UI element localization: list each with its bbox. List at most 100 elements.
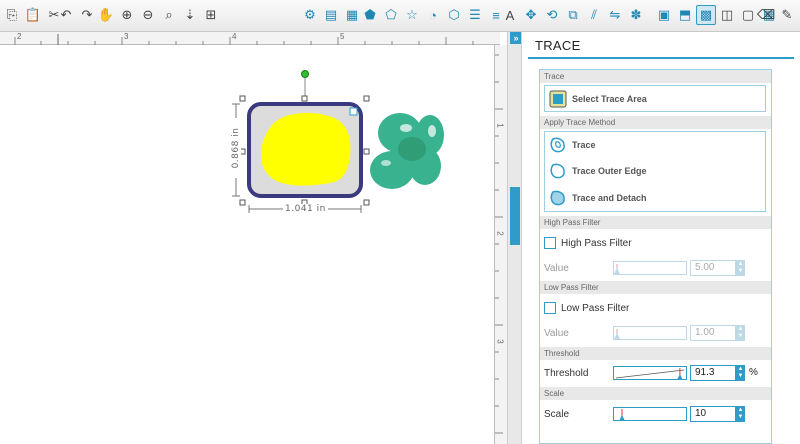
page-settings-icon[interactable]: ⚙ bbox=[300, 5, 320, 25]
history-group: ↶ ↷ bbox=[56, 5, 97, 27]
zoom-select-icon[interactable]: ⌕ bbox=[159, 5, 179, 25]
trace-method-trace[interactable]: Trace bbox=[548, 134, 596, 156]
select-trace-area-label: Select Trace Area bbox=[572, 94, 647, 104]
fill-color-icon[interactable]: ☰ bbox=[465, 5, 485, 25]
high-pass-value-field[interactable]: 5.00 bbox=[690, 260, 736, 276]
design-page-icon[interactable]: ▤ bbox=[321, 5, 341, 25]
design-canvas[interactable]: 1.041 in 0.868 in bbox=[0, 45, 494, 444]
undo-icon[interactable]: ↶ bbox=[56, 5, 76, 25]
edit-tools-group: ⌫ ✎ bbox=[756, 5, 797, 27]
rotate-icon[interactable]: ⟲ bbox=[542, 5, 562, 25]
text-icon[interactable]: A bbox=[500, 5, 520, 25]
trace-options-box: Trace Select Trace Area Apply Trace Meth… bbox=[539, 69, 772, 444]
pentagon-icon[interactable]: ⬟ bbox=[360, 5, 380, 25]
eraser-icon[interactable]: ⌫ bbox=[756, 5, 776, 25]
height-dimension-label: 0.868 in bbox=[231, 118, 241, 178]
high-pass-stepper[interactable]: ▲ ▼ bbox=[736, 260, 745, 276]
ruler-number: 2 bbox=[495, 231, 505, 236]
pencil-icon[interactable]: ✎ bbox=[777, 5, 797, 25]
trace-method-label: Trace Outer Edge bbox=[572, 166, 647, 176]
trace-icon[interactable]: ▩ bbox=[696, 5, 716, 25]
page-icon[interactable]: ▢ bbox=[738, 5, 758, 25]
low-pass-value-row: Value bbox=[544, 324, 569, 342]
rotation-handle bbox=[301, 70, 309, 78]
trace-method-outer-edge[interactable]: Trace Outer Edge bbox=[548, 160, 647, 182]
scale-stepper[interactable]: ▲ ▼ bbox=[736, 406, 745, 422]
align-icon[interactable]: ⧉ bbox=[563, 5, 583, 25]
grid-icon[interactable]: ▦ bbox=[342, 5, 362, 25]
trace-method-label: Trace bbox=[572, 140, 596, 150]
image-icon[interactable]: ▣ bbox=[654, 5, 674, 25]
ruler-ticks bbox=[14, 34, 474, 45]
zoom-out-icon[interactable]: ⊖ bbox=[138, 5, 158, 25]
threshold-stepper[interactable]: ▲ ▼ bbox=[736, 365, 745, 381]
zoom-drag-icon[interactable]: ⇣ bbox=[180, 5, 200, 25]
high-pass-row: High Pass Filter bbox=[544, 234, 632, 252]
trace-method-detach[interactable]: Trace and Detach bbox=[548, 187, 647, 209]
redo-icon[interactable]: ↷ bbox=[77, 5, 97, 25]
top-ruler: 2 3 4 5 bbox=[0, 32, 500, 45]
polygon-icon[interactable]: ⬠ bbox=[381, 5, 401, 25]
trace-method-icon bbox=[548, 135, 568, 155]
trace-outer-edge-icon bbox=[548, 161, 568, 181]
low-pass-row: Low Pass Filter bbox=[544, 299, 629, 317]
pan-hand-icon[interactable]: ✋ bbox=[96, 5, 116, 25]
zoom-in-icon[interactable]: ⊕ bbox=[117, 5, 137, 25]
panel-title: TRACE bbox=[535, 38, 581, 53]
high-pass-slider[interactable] bbox=[613, 261, 687, 275]
threshold-knob bbox=[676, 374, 683, 380]
section-header-low-pass: Low Pass Filter bbox=[540, 281, 771, 294]
ruler-number: 3 bbox=[124, 32, 129, 41]
scale-label: Scale bbox=[544, 408, 570, 420]
scale-row: Scale bbox=[544, 405, 569, 423]
ruler-number: 4 bbox=[232, 32, 237, 41]
low-pass-value-field[interactable]: 1.00 bbox=[690, 325, 736, 341]
shear-icon[interactable]: ⫽ bbox=[584, 5, 604, 25]
flower-image bbox=[370, 113, 444, 189]
low-pass-label: Low Pass Filter bbox=[561, 302, 630, 314]
transform-icon[interactable]: ✥ bbox=[521, 5, 541, 25]
scroll-handle[interactable] bbox=[510, 187, 520, 245]
low-pass-slider[interactable] bbox=[613, 326, 687, 340]
fit-page-icon[interactable]: ⊞ bbox=[201, 5, 221, 25]
copy-icon[interactable]: ⎘ bbox=[2, 5, 22, 25]
threshold-row: Threshold bbox=[544, 364, 588, 382]
traced-shape bbox=[260, 112, 351, 186]
ruler-number: 1 bbox=[495, 123, 505, 128]
star-icon[interactable]: ☆ bbox=[402, 5, 422, 25]
scale-slider[interactable] bbox=[613, 407, 687, 421]
scale-knob bbox=[619, 415, 625, 421]
main-toolbar: ⎘ 📋 ✂ ↶ ↷ ✋ ⊕ ⊖ ⌕ ⇣ ⊞ ⚙ ▤ ▦ ⬟ ⬠ ☆ ◔ ⬡ ☰ … bbox=[0, 0, 800, 32]
panel-tabs-group-1: ⚙ ▤ ▦ bbox=[300, 5, 362, 27]
cut-settings-icon[interactable]: ✽ bbox=[626, 5, 646, 25]
title-underline bbox=[528, 57, 794, 59]
trace-method-label: Trace and Detach bbox=[572, 193, 647, 203]
scale-value-field[interactable]: 10 bbox=[690, 406, 736, 422]
text-tools-group: A ✥ ⟲ ⧉ ⫽ ⇋ ✽ bbox=[500, 5, 646, 27]
right-ruler: 1 2 3 bbox=[494, 45, 507, 444]
section-header-high-pass: High Pass Filter bbox=[540, 216, 771, 229]
library-icon[interactable]: ◫ bbox=[717, 5, 737, 25]
low-pass-value-label: Value bbox=[544, 327, 569, 339]
trace-panel: TRACE Trace Select Trace Area Apply Trac… bbox=[521, 32, 800, 444]
canvas-artwork bbox=[232, 70, 444, 213]
low-pass-checkbox[interactable] bbox=[544, 302, 556, 314]
high-pass-value-row: Value bbox=[544, 259, 569, 277]
threshold-slider-track bbox=[615, 368, 685, 380]
knife-icon[interactable]: ⬒ bbox=[675, 5, 695, 25]
section-header-scale: Scale bbox=[540, 387, 771, 400]
threshold-value-field[interactable]: 91.3 bbox=[690, 365, 736, 381]
section-header-threshold: Threshold bbox=[540, 347, 771, 360]
ruler-number: 3 bbox=[495, 339, 505, 344]
offset-icon[interactable]: ⬡ bbox=[444, 5, 464, 25]
trace-area-corner-icon bbox=[349, 107, 358, 116]
high-pass-checkbox[interactable] bbox=[544, 237, 556, 249]
low-pass-stepper[interactable]: ▲ ▼ bbox=[736, 325, 745, 341]
replicate-icon[interactable]: ◔ bbox=[423, 5, 443, 25]
paste-icon[interactable]: 📋 bbox=[23, 5, 43, 25]
trace-and-detach-icon bbox=[548, 188, 568, 208]
high-pass-label: High Pass Filter bbox=[561, 237, 632, 249]
select-trace-area-button[interactable]: Select Trace Area bbox=[548, 88, 647, 110]
move-icon[interactable]: ⇋ bbox=[605, 5, 625, 25]
threshold-slider[interactable] bbox=[613, 366, 687, 380]
